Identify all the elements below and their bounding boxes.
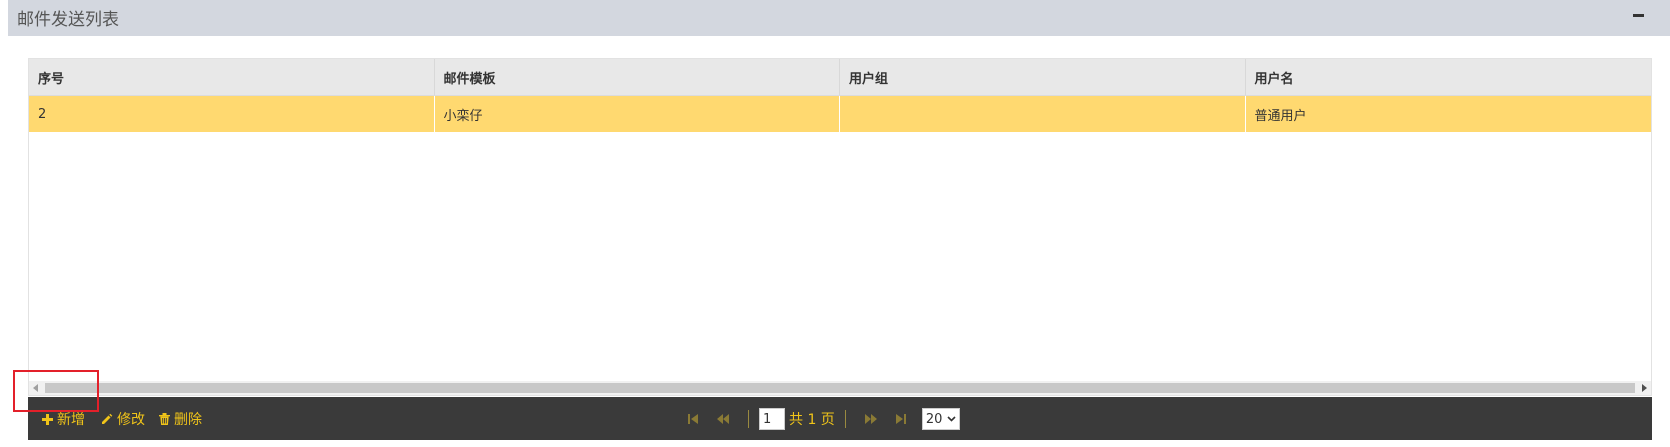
scroll-left-arrow-icon[interactable] [33, 384, 38, 392]
first-page-icon[interactable] [682, 411, 704, 427]
panel-header: 邮件发送列表 [8, 0, 1670, 36]
next-page-icon[interactable] [860, 411, 882, 427]
trash-icon [159, 413, 170, 425]
column-header-username[interactable]: 用户名 [1246, 59, 1652, 95]
delete-button-label: 删除 [174, 412, 202, 428]
total-pages-text: 共 1 页 [789, 412, 835, 428]
grid-toolbar: 新增 修改 删除 共 1 页 20 [28, 397, 1652, 440]
table-row[interactable]: 2 小栾仔 普通用户 [29, 96, 1651, 132]
cell-username: 普通用户 [1254, 108, 1307, 124]
cell-template: 小栾仔 [435, 96, 840, 132]
pagination: 共 1 页 20 [678, 406, 960, 432]
column-header-index[interactable]: 序号 [29, 59, 435, 95]
pager-divider [844, 410, 846, 428]
delete-button[interactable]: 删除 [159, 409, 202, 429]
pager-divider [748, 410, 749, 428]
edit-button-label: 修改 [117, 412, 145, 428]
plus-icon [42, 413, 53, 425]
last-page-icon[interactable] [890, 411, 912, 427]
edit-button[interactable]: 修改 [101, 409, 145, 429]
add-button-label: 新增 [57, 412, 85, 428]
prev-page-icon[interactable] [712, 411, 734, 427]
page-size-value: 20 [925, 411, 943, 427]
panel-title: 邮件发送列表 [17, 10, 119, 30]
cell-user-group [840, 96, 1246, 132]
column-header-template[interactable]: 邮件模板 [435, 59, 840, 95]
collapse-button[interactable] [1633, 14, 1644, 17]
scroll-right-arrow-icon[interactable] [1642, 384, 1647, 392]
page-number-input[interactable] [759, 408, 785, 430]
scrollbar-thumb[interactable] [45, 383, 1635, 393]
grid-header: 序号 邮件模板 用户组 用户名 [29, 59, 1651, 96]
pencil-icon [102, 413, 113, 424]
column-header-user-group[interactable]: 用户组 [840, 59, 1246, 95]
page-size-select[interactable]: 20 [921, 408, 960, 430]
data-grid: 序号 邮件模板 用户组 用户名 2 小栾仔 普通用户 [28, 58, 1652, 396]
chevron-down-icon [947, 416, 956, 422]
horizontal-scrollbar[interactable] [29, 381, 1651, 395]
add-button[interactable]: 新增 [42, 409, 85, 429]
cell-index: 2 [29, 96, 435, 132]
